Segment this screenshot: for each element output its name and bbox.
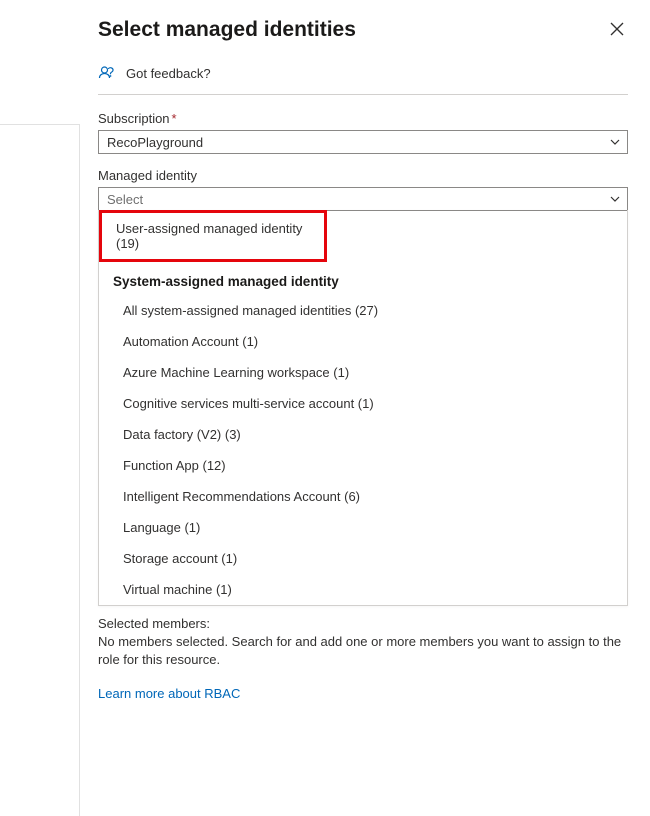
close-icon <box>610 22 624 36</box>
subscription-label: Subscription* <box>98 111 628 126</box>
dropdown-option[interactable]: Language (1) <box>99 512 627 543</box>
dropdown-option[interactable]: Azure Machine Learning workspace (1) <box>99 357 627 388</box>
selected-members-label: Selected members: <box>98 616 628 631</box>
dropdown-option[interactable]: All system-assigned managed identities (… <box>99 295 627 326</box>
subscription-value: RecoPlayground <box>107 135 203 150</box>
subscription-select[interactable]: RecoPlayground <box>98 130 628 154</box>
dropdown-section-system-assigned: System-assigned managed identity <box>99 264 627 295</box>
selected-members-text: No members selected. Search for and add … <box>98 633 628 668</box>
dropdown-option[interactable]: Cognitive services multi-service account… <box>99 388 627 419</box>
dropdown-option[interactable]: Intelligent Recommendations Account (6) <box>99 481 627 512</box>
managed-identity-placeholder: Select <box>107 192 143 207</box>
feedback-link[interactable]: Got feedback? <box>98 64 628 95</box>
learn-more-link[interactable]: Learn more about RBAC <box>98 686 240 701</box>
panel-title: Select managed identities <box>98 18 356 42</box>
dropdown-option[interactable]: Virtual machine (1) <box>99 574 627 605</box>
close-button[interactable] <box>606 18 628 40</box>
managed-identity-label: Managed identity <box>98 168 628 183</box>
dropdown-option[interactable]: Storage account (1) <box>99 543 627 574</box>
chevron-down-icon <box>609 136 621 148</box>
dropdown-option-user-assigned[interactable]: User-assigned managed identity (19) <box>99 210 327 262</box>
managed-identity-dropdown: User-assigned managed identity (19) Syst… <box>98 210 628 606</box>
feedback-icon <box>98 64 116 82</box>
feedback-text: Got feedback? <box>126 66 211 81</box>
dropdown-option[interactable]: Automation Account (1) <box>99 326 627 357</box>
panel-select-managed-identities: Select managed identities G <box>80 0 650 816</box>
dropdown-option[interactable]: Data factory (V2) (3) <box>99 419 627 450</box>
dropdown-option[interactable]: Function App (12) <box>99 450 627 481</box>
left-gutter <box>0 124 80 816</box>
required-asterisk: * <box>172 111 177 126</box>
managed-identity-select[interactable]: Select <box>98 187 628 211</box>
chevron-down-icon <box>609 193 621 205</box>
